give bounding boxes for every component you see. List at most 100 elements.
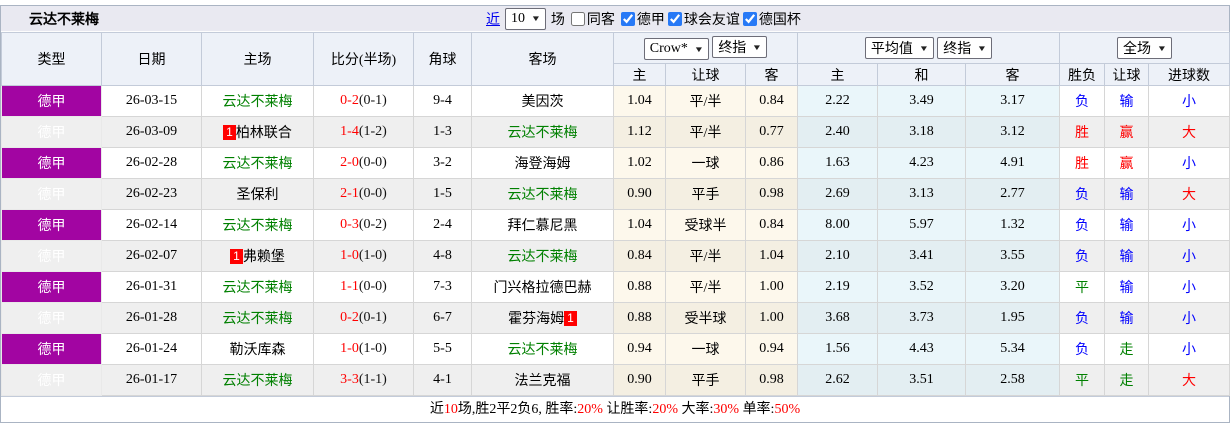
crown-odds-type-select[interactable]: 终指 ▼	[712, 36, 768, 58]
summary-segment: 50%	[774, 402, 801, 417]
result-value: 负	[1075, 219, 1090, 234]
odds-value: 3.13	[909, 186, 934, 201]
crown-handicap-cell: 一球	[665, 147, 746, 179]
handicap-value: 一球	[691, 157, 720, 172]
crown-handicap-cell: 平手	[665, 364, 746, 396]
odds-value: 2.10	[825, 248, 850, 263]
avg-home-odds-cell: 2.22	[797, 85, 879, 117]
home-team-cell: 云达不莱梅	[201, 271, 314, 303]
result-wdl-cell: 平	[1059, 271, 1106, 303]
odds-value: 0.90	[627, 372, 652, 387]
home-team-cell: 勒沃库森	[201, 333, 314, 365]
same-away-checkbox[interactable]	[570, 11, 585, 26]
league-filter-checkbox[interactable]	[620, 11, 635, 26]
date-cell: 26-01-17	[101, 364, 202, 396]
odds-value: 8.00	[825, 217, 850, 232]
filter-controls: 近 10 ▼ 场 同客 德甲 球会友谊 德国杯	[486, 6, 801, 31]
bookmaker-select[interactable]: Crow* ▼	[643, 38, 709, 60]
average-select[interactable]: 平均值 ▼	[864, 37, 934, 59]
crown-home-odds-cell: 0.90	[613, 178, 666, 210]
matches-count-select[interactable]: 10 ▼	[505, 7, 546, 30]
result-wdl-cell: 负	[1059, 240, 1106, 272]
chevron-down-icon: ▼	[530, 14, 542, 23]
result-goals-cell: 小	[1148, 302, 1230, 334]
corner-score: 2-4	[433, 217, 452, 232]
handicap-value: 受半球	[684, 312, 727, 327]
table-row: 德甲 26-01-28 云达不莱梅 0-2(0-1) 6-7 霍芬海姆 1 0.88 受半球 1.…	[1, 302, 1230, 334]
league-filter-item[interactable]: 德国杯	[742, 9, 801, 29]
avg-away-odds-cell: 3.12	[965, 116, 1061, 148]
odds-value: 2.40	[825, 124, 850, 139]
odds-group-result: 全场 ▼	[1059, 32, 1230, 64]
league-filter-item[interactable]: 德甲	[620, 9, 665, 29]
away-team-cell: 门兴格拉德巴赫	[471, 271, 614, 303]
away-team-cell: 霍芬海姆 1	[471, 302, 614, 334]
avg-away-odds-cell: 2.77	[965, 178, 1061, 210]
odds-value: 1.00	[759, 279, 784, 294]
result-value: 输	[1119, 281, 1134, 296]
corner-cell: 4-1	[413, 364, 472, 396]
result-value: 负	[1075, 312, 1090, 327]
crown-home-odds-cell: 0.88	[613, 302, 666, 334]
odds-value: 1.63	[825, 155, 850, 170]
table-row: 德甲 26-02-23 圣保利 2-1(0-0) 1-5 云达不莱梅 0.90 平手 0.98 2…	[1, 178, 1230, 210]
odds-value: 5.34	[1000, 341, 1025, 356]
crown-away-odds-cell: 0.86	[744, 147, 799, 179]
result-goals-cell: 小	[1148, 85, 1230, 117]
away-team-name: 云达不莱梅	[507, 343, 578, 358]
col-header-crown-home: 主	[613, 63, 666, 86]
away-team-cell: 海登海姆	[471, 147, 614, 179]
col-header-result-goals: 进球数	[1148, 63, 1230, 86]
corner-score: 7-3	[433, 279, 452, 294]
league-filter-item[interactable]: 球会友谊	[667, 9, 740, 29]
avg-away-odds-cell: 1.32	[965, 209, 1061, 241]
table-row: 德甲 26-01-24 勒沃库森 1-0(1-0) 5-5 云达不莱梅 0.94 一球 0.94…	[1, 333, 1230, 365]
select-value: 全场	[1123, 42, 1152, 57]
fulltime-score: 0-2	[340, 93, 359, 108]
result-value: 输	[1119, 312, 1134, 327]
odds-value: 1.04	[759, 248, 784, 263]
result-value: 赢	[1119, 157, 1134, 172]
league-name: 德甲	[37, 281, 66, 296]
table-row: 德甲 26-01-31 云达不莱梅 1-1(0-0) 7-3 门兴格拉德巴赫 0.88 平/半…	[1, 271, 1230, 303]
home-team-name: 柏林联合	[235, 126, 292, 141]
corner-cell: 5-5	[413, 333, 472, 365]
period-select[interactable]: 全场 ▼	[1117, 37, 1172, 59]
away-team-name: 法兰克福	[514, 374, 571, 389]
handicap-value: 平手	[691, 188, 720, 203]
league-cell: 德甲	[1, 178, 102, 210]
avg-draw-odds-cell: 3.13	[877, 178, 967, 210]
odds-group-crown: Crow* ▼ 终指 ▼	[612, 32, 799, 64]
odds-value: 2.58	[1000, 372, 1025, 387]
select-value: Crow*	[649, 41, 688, 56]
odds-value: 1.32	[1000, 217, 1025, 232]
same-away-filter[interactable]: 同客	[570, 9, 615, 29]
odds-value: 0.88	[627, 310, 652, 325]
fulltime-score: 2-0	[340, 155, 359, 170]
near-matches-link[interactable]: 近	[486, 9, 500, 29]
chevron-down-icon: ▼	[918, 43, 929, 53]
crown-away-odds-cell: 1.00	[744, 302, 799, 334]
handicap-value: 受球半	[684, 219, 727, 234]
avg-draw-odds-cell: 3.73	[877, 302, 967, 334]
odds-value: 3.68	[825, 310, 850, 325]
league-filter-checkbox[interactable]	[742, 11, 757, 26]
summary-segment: 大率:	[678, 402, 714, 417]
result-handicap-cell: 走	[1104, 333, 1150, 365]
crown-home-odds-cell: 1.04	[613, 209, 666, 241]
match-date: 26-01-24	[125, 341, 178, 356]
score-cell: 0-3(0-2)	[313, 209, 414, 241]
avg-draw-odds-cell: 3.18	[877, 116, 967, 148]
col-header-score: 比分(半场)	[313, 32, 414, 86]
select-value: 终指	[718, 41, 747, 56]
summary-segment: 单率:	[739, 402, 775, 417]
odds-value: 4.91	[1000, 155, 1025, 170]
avg-home-odds-cell: 1.56	[797, 333, 879, 365]
average-odds-type-select[interactable]: 终指 ▼	[937, 37, 993, 59]
crown-home-odds-cell: 0.84	[613, 240, 666, 272]
odds-value: 1.95	[1000, 310, 1025, 325]
league-filter-checkbox[interactable]	[667, 11, 682, 26]
match-date: 26-02-23	[125, 186, 178, 201]
league-name: 德甲	[37, 250, 66, 265]
odds-value: 3.18	[909, 124, 934, 139]
